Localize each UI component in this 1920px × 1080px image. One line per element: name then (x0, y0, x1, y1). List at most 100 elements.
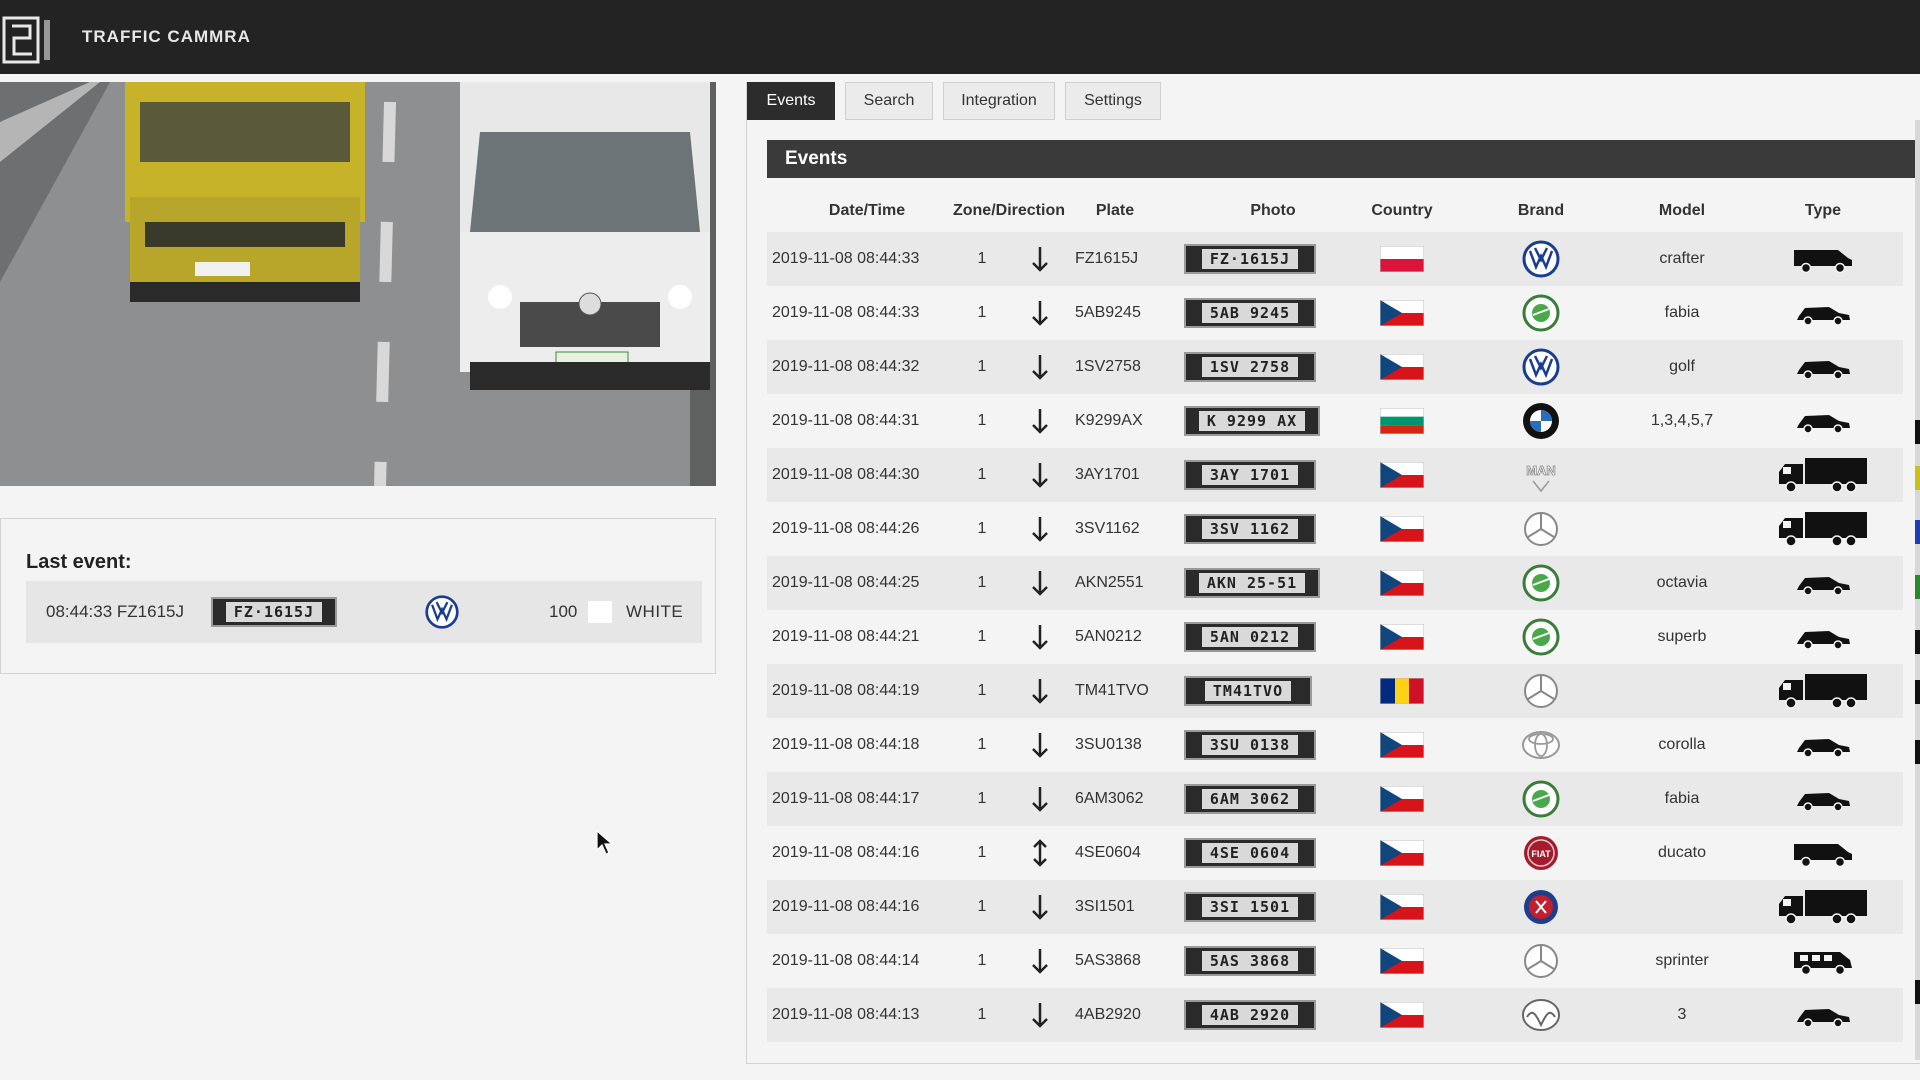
last-event-row[interactable]: 08:44:33 FZ1615J FZ·1615J 100 WHITE (26, 581, 702, 643)
cell-plate: 5AN0212 (1075, 628, 1142, 645)
table-row[interactable]: 2019-11-08 08:44:30 1 3AY1701 3AY 1701 M… (767, 448, 1903, 502)
cell-zone: 1 (977, 952, 987, 969)
car-icon (1773, 556, 1873, 610)
plate-photo-text: 1SV 2758 (1201, 357, 1299, 377)
plate-photo: 4SE 0604 (1184, 838, 1316, 868)
plate-photo-text: 5AN 0212 (1201, 627, 1299, 647)
cell-zone: 1 (977, 520, 987, 537)
plate-photo: K 9299 AX (1184, 406, 1320, 436)
cell-plate-photo[interactable]: FZ·1615J (1184, 232, 1360, 286)
cell-zone: 1 (977, 574, 987, 591)
country-flag-icon (1379, 232, 1425, 286)
vw-logo-icon (1511, 340, 1571, 394)
cell-datetime: 2019-11-08 08:44:19 (772, 682, 920, 699)
cell-plate: TM41TVO (1075, 682, 1149, 699)
column-header-brand[interactable]: Brand (1501, 202, 1581, 220)
plate-photo-text: AKN 25-51 (1198, 573, 1306, 593)
table-row[interactable]: 2019-11-08 08:44:31 1 K9299AX K 9299 AX … (767, 394, 1903, 448)
tab-events[interactable]: Events (747, 82, 835, 120)
country-flag-icon (1379, 286, 1425, 340)
tab-integration[interactable]: Integration (943, 82, 1055, 120)
country-flag-icon (1379, 610, 1425, 664)
cell-plate-photo[interactable]: 3SI 1501 (1184, 880, 1360, 934)
plate-photo-text: 3SI 1501 (1201, 897, 1299, 917)
column-header-plate[interactable]: Plate (1085, 202, 1145, 220)
mercedes-logo-icon (1511, 664, 1571, 718)
cell-plate: FZ1615J (1075, 250, 1139, 267)
last-event-confidence: 100 (549, 602, 578, 621)
cell-zone: 1 (977, 682, 987, 699)
cell-plate-photo[interactable]: 5AN 0212 (1184, 610, 1360, 664)
table-row[interactable]: 2019-11-08 08:44:17 1 6AM3062 6AM 3062 f… (767, 772, 1903, 826)
down-arrow-icon (1025, 502, 1055, 556)
table-row[interactable]: 2019-11-08 08:44:33 1 5AB9245 5AB 9245 f… (767, 286, 1903, 340)
cell-plate-photo[interactable]: 4AB 2920 (1184, 988, 1360, 1042)
car-icon (1773, 394, 1873, 448)
cell-plate-photo[interactable]: 3SV 1162 (1184, 502, 1360, 556)
column-header-datetime[interactable]: Date/Time (797, 202, 937, 220)
cell-model (1627, 664, 1737, 718)
plate-photo-text: 6AM 3062 (1201, 789, 1299, 809)
cell-datetime: 2019-11-08 08:44:14 (772, 952, 920, 969)
toyota-logo-icon (1511, 718, 1571, 772)
cell-plate-photo[interactable]: TM41TVO (1184, 664, 1360, 718)
plate-photo-text: FZ·1615J (225, 602, 323, 622)
cell-zone: 1 (977, 466, 987, 483)
cell-plate-photo[interactable]: 6AM 3062 (1184, 772, 1360, 826)
cell-plate-photo[interactable]: AKN 25-51 (1184, 556, 1360, 610)
down-arrow-icon (1025, 934, 1055, 988)
cell-datetime: 2019-11-08 08:44:33 (772, 250, 920, 267)
cell-plate-photo[interactable]: 3AY 1701 (1184, 448, 1360, 502)
table-row[interactable]: 2019-11-08 08:44:13 1 4AB2920 4AB 2920 3 (767, 988, 1903, 1042)
cell-datetime: 2019-11-08 08:44:21 (772, 628, 920, 645)
column-header-model[interactable]: Model (1642, 202, 1722, 220)
column-header-country[interactable]: Country (1357, 202, 1447, 220)
cell-datetime: 2019-11-08 08:44:13 (772, 1006, 920, 1023)
table-row[interactable]: 2019-11-08 08:44:14 1 5AS3868 5AS 3868 s… (767, 934, 1903, 988)
column-header-zone-direction[interactable]: Zone/Direction (939, 202, 1079, 220)
cell-model: golf (1669, 358, 1695, 375)
plate-photo: 3SU 0138 (1184, 730, 1316, 760)
plate-photo-text: TM41TVO (1204, 681, 1292, 701)
cell-model: octavia (1656, 574, 1708, 591)
cell-datetime: 2019-11-08 08:44:25 (772, 574, 920, 591)
country-flag-icon (1379, 394, 1425, 448)
cell-zone: 1 (977, 844, 987, 861)
cell-model: fabia (1664, 304, 1700, 321)
table-row[interactable]: 2019-11-08 08:44:19 1 TM41TVO TM41TVO (767, 664, 1903, 718)
plate-photo-text: 3SU 0138 (1201, 735, 1299, 755)
cell-plate: 4AB2920 (1075, 1006, 1141, 1023)
last-event-plate-photo: FZ·1615J (211, 597, 337, 627)
cell-model: superb (1657, 628, 1707, 645)
table-row[interactable]: 2019-11-08 08:44:26 1 3SV1162 3SV 1162 (767, 502, 1903, 556)
cell-plate-photo[interactable]: 3SU 0138 (1184, 718, 1360, 772)
table-row[interactable]: 2019-11-08 08:44:33 1 FZ1615J FZ·1615J c… (767, 232, 1903, 286)
tab-search[interactable]: Search (845, 82, 933, 120)
mercedes-logo-icon (1511, 934, 1571, 988)
cell-plate-photo[interactable]: 5AB 9245 (1184, 286, 1360, 340)
country-flag-icon (1379, 664, 1425, 718)
events-header: Events (767, 140, 1920, 178)
table-row[interactable]: 2019-11-08 08:44:25 1 AKN2551 AKN 25-51 … (767, 556, 1903, 610)
plate-photo: TM41TVO (1184, 676, 1312, 706)
table-row[interactable]: 2019-11-08 08:44:32 1 1SV2758 1SV 2758 g… (767, 340, 1903, 394)
mouse-cursor-icon (596, 829, 614, 856)
column-header-type[interactable]: Type (1783, 202, 1863, 220)
cell-plate: 3SI1501 (1075, 898, 1135, 915)
cell-plate-photo[interactable]: 5AS 3868 (1184, 934, 1360, 988)
table-row[interactable]: 2019-11-08 08:44:16 1 4SE0604 4SE 0604 F… (767, 826, 1903, 880)
cell-plate-photo[interactable]: 4SE 0604 (1184, 826, 1360, 880)
cell-plate: 3SV1162 (1075, 520, 1140, 537)
plate-photo: 3SI 1501 (1184, 892, 1316, 922)
cell-plate-photo[interactable]: K 9299 AX (1184, 394, 1360, 448)
table-row[interactable]: 2019-11-08 08:44:18 1 3SU0138 3SU 0138 c… (767, 718, 1903, 772)
table-row[interactable]: 2019-11-08 08:44:21 1 5AN0212 5AN 0212 s… (767, 610, 1903, 664)
table-row[interactable]: 2019-11-08 08:44:16 1 3SI1501 3SI 1501 (767, 880, 1903, 934)
plate-photo: AKN 25-51 (1184, 568, 1320, 598)
tab-settings[interactable]: Settings (1065, 82, 1161, 120)
column-header-photo[interactable]: Photo (1233, 202, 1313, 220)
plate-photo-text: 3SV 1162 (1201, 519, 1299, 539)
cell-plate-photo[interactable]: 1SV 2758 (1184, 340, 1360, 394)
table-body: 2019-11-08 08:44:33 1 FZ1615J FZ·1615J c… (767, 232, 1903, 1042)
scrollbar[interactable] (1904, 120, 1920, 1060)
